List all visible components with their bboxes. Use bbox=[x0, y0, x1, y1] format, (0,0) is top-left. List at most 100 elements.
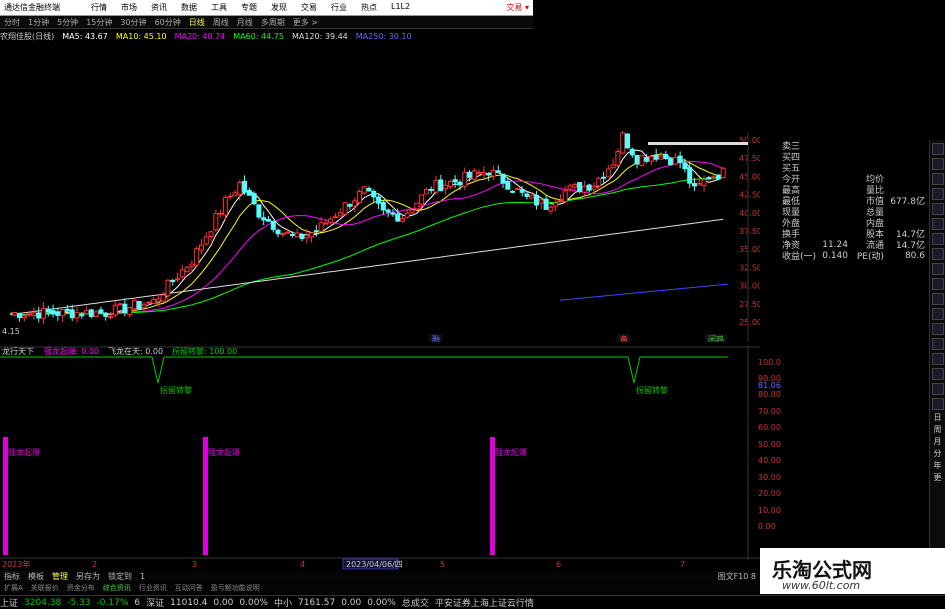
marker-0: 融 bbox=[432, 334, 440, 342]
tool-icon[interactable] bbox=[931, 368, 944, 380]
candle-body bbox=[332, 216, 338, 219]
ma250-line bbox=[559, 283, 729, 301]
tool-icon[interactable] bbox=[931, 158, 944, 170]
quote-value2: 14.7亿 bbox=[895, 241, 925, 251]
tool-icon[interactable] bbox=[931, 278, 944, 290]
period-4[interactable]: 30分钟 bbox=[116, 17, 150, 28]
indicator-chart[interactable]: 龙行天下 强龙起爆: 0.00 飞龙在天: 0.00 拐留转黎: 100.00100.… bbox=[0, 345, 790, 571]
info-tab-1[interactable]: 关联报价 bbox=[27, 583, 63, 593]
period-1[interactable]: 1分钟 bbox=[24, 17, 53, 28]
menu-item-9[interactable]: 热点 bbox=[354, 2, 384, 13]
indicator-tab-5[interactable]: 1 bbox=[136, 572, 149, 581]
tool-icon[interactable] bbox=[931, 233, 944, 245]
candle-body bbox=[620, 132, 626, 154]
candle-body bbox=[304, 234, 310, 239]
candle-body bbox=[280, 232, 286, 235]
tool-icon[interactable] bbox=[931, 143, 944, 155]
tool-icon[interactable] bbox=[931, 383, 944, 395]
candle-body bbox=[490, 169, 496, 177]
tool-icon[interactable] bbox=[931, 293, 944, 305]
indicator-tab-3[interactable]: 另存为 bbox=[72, 571, 104, 582]
tool-icon[interactable] bbox=[931, 188, 944, 200]
status-item-5: 深证 bbox=[146, 599, 165, 609]
tool-icon[interactable] bbox=[931, 263, 944, 275]
period-8[interactable]: 月线 bbox=[233, 17, 257, 28]
candle-body bbox=[720, 167, 726, 179]
indicator-tab-0[interactable]: 指标 bbox=[0, 571, 24, 582]
tool-icon[interactable] bbox=[931, 203, 944, 215]
period-5[interactable]: 60分钟 bbox=[151, 17, 185, 28]
ma-legend-5: MA120: 39.44 bbox=[291, 31, 348, 41]
menu-item-0[interactable]: 行情 bbox=[84, 2, 114, 13]
quote-value: 0.140 bbox=[822, 250, 848, 261]
candle-body bbox=[447, 180, 453, 187]
candle-body bbox=[218, 212, 224, 215]
price-tick: 37.50 bbox=[739, 227, 760, 236]
tool-icon[interactable] bbox=[931, 218, 944, 230]
menu-item-1[interactable]: 市场 bbox=[114, 2, 144, 13]
candle-body bbox=[572, 184, 578, 188]
info-tab-3[interactable]: 综合资讯 bbox=[99, 583, 135, 593]
tool-icon[interactable] bbox=[931, 248, 944, 260]
period-0[interactable]: 分时 bbox=[0, 17, 24, 28]
candle-body bbox=[69, 309, 75, 319]
menu-item-10[interactable]: L1L2 bbox=[384, 2, 417, 13]
indicator-tab-2[interactable]: 管理 bbox=[48, 571, 72, 582]
tool-label-0[interactable]: 日 bbox=[934, 413, 942, 422]
candle-body bbox=[505, 181, 511, 190]
candle-body bbox=[639, 155, 645, 166]
tool-label-4[interactable]: 年 bbox=[934, 461, 942, 470]
candle-body bbox=[591, 185, 597, 190]
period-6[interactable]: 日线 bbox=[185, 17, 209, 28]
candle-body bbox=[476, 172, 482, 175]
menu-item-7[interactable]: 交易 bbox=[294, 2, 324, 13]
menu-item-4[interactable]: 工具 bbox=[204, 2, 234, 13]
menu-item-2[interactable]: 资讯 bbox=[144, 2, 174, 13]
status-item-1: 3204.38 bbox=[24, 597, 62, 608]
tool-icon[interactable] bbox=[931, 173, 944, 185]
tool-label-5[interactable]: 更 bbox=[934, 473, 942, 482]
trade-menu-button[interactable]: 交易 ▾ bbox=[506, 2, 533, 13]
watermark-logo: 乐淘公式网 www.60lt.com bbox=[760, 548, 945, 594]
period-10[interactable]: 更多 > bbox=[289, 17, 322, 28]
info-tab-2[interactable]: 资金分布 bbox=[63, 583, 99, 593]
candle-body bbox=[567, 185, 573, 190]
tool-icon[interactable] bbox=[931, 353, 944, 365]
period-2[interactable]: 5分钟 bbox=[53, 17, 82, 28]
date-year: 2023年 bbox=[2, 559, 30, 569]
ma-legend-1: MA5: 43.67 bbox=[62, 31, 108, 41]
tool-label-2[interactable]: 月 bbox=[934, 437, 942, 446]
menu-item-3[interactable]: 数据 bbox=[174, 2, 204, 13]
info-tab-4[interactable]: 行业资讯 bbox=[135, 583, 171, 593]
candle-body bbox=[74, 312, 80, 319]
menu-item-5[interactable]: 专题 bbox=[234, 2, 264, 13]
candle-body bbox=[31, 312, 37, 316]
candle-body bbox=[213, 213, 219, 231]
menu-item-6[interactable]: 发现 bbox=[264, 2, 294, 13]
info-tab-0[interactable]: 扩展A bbox=[0, 583, 27, 593]
tool-label-1[interactable]: 周 bbox=[934, 425, 942, 434]
status-item-6: 11010.4 bbox=[170, 597, 208, 608]
indicator-tab-1[interactable]: 模板 bbox=[24, 571, 48, 582]
tool-icon[interactable] bbox=[931, 338, 944, 350]
info-tab-5[interactable]: 互动问答 bbox=[171, 583, 207, 593]
candle-body bbox=[443, 184, 449, 190]
menu-item-8[interactable]: 行业 bbox=[324, 2, 354, 13]
period-9[interactable]: 多周期 bbox=[257, 17, 289, 28]
kline-chart[interactable]: 50.0047.5045.0042.5040.0037.5035.0032.50… bbox=[0, 42, 760, 342]
status-item-13: 总成交 bbox=[401, 599, 429, 609]
tool-label-3[interactable]: 分 bbox=[934, 449, 942, 458]
info-tab-6[interactable]: 盈亏额功能说明 bbox=[207, 583, 264, 593]
candle-body bbox=[265, 218, 271, 222]
tool-icon[interactable] bbox=[931, 398, 944, 410]
period-3[interactable]: 15分钟 bbox=[82, 17, 116, 28]
tool-icon[interactable] bbox=[931, 323, 944, 335]
indicator-tab-4[interactable]: 锁定到 bbox=[104, 571, 136, 582]
candle-body bbox=[227, 195, 233, 198]
period-7[interactable]: 周线 bbox=[209, 17, 233, 28]
signal-bar-label-0: 强龙起爆 bbox=[8, 447, 40, 457]
tool-icon[interactable] bbox=[931, 308, 944, 320]
candle-body bbox=[251, 193, 257, 205]
candle-body bbox=[452, 179, 458, 183]
watermark-url: www.60lt.com bbox=[782, 579, 861, 592]
